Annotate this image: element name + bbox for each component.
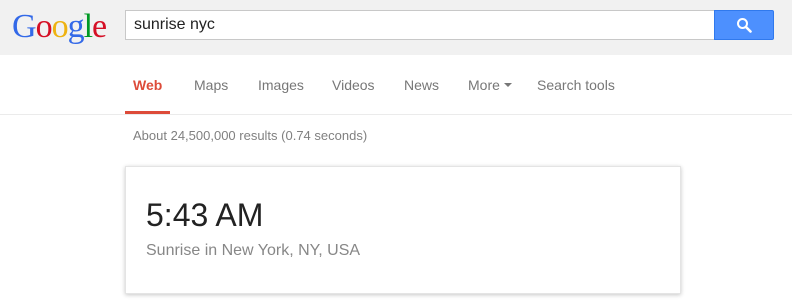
search-input[interactable] [126, 11, 715, 39]
tab-more-label: More [468, 77, 500, 93]
logo-letter: g [67, 8, 85, 45]
logo-letter: e [92, 8, 107, 45]
tab-videos[interactable]: Videos [332, 77, 375, 93]
search-nav: Web Maps Images Videos News More Search … [0, 55, 792, 115]
active-tab-indicator [125, 111, 170, 114]
search-button[interactable] [714, 10, 774, 40]
sunrise-time: 5:43 AM [146, 197, 264, 233]
tab-search-tools[interactable]: Search tools [537, 77, 615, 93]
caret-down-icon [503, 83, 512, 88]
search-box [125, 10, 715, 40]
logo-letter: o [35, 8, 53, 45]
tab-more[interactable]: More [468, 77, 512, 93]
result-stats: About 24,500,000 results (0.74 seconds) [133, 128, 368, 143]
tab-news[interactable]: News [404, 77, 439, 93]
logo-letter: l [83, 8, 94, 45]
logo-letter: o [51, 8, 69, 45]
top-bar: Google [0, 0, 792, 55]
tab-maps[interactable]: Maps [194, 77, 228, 93]
search-icon [737, 18, 752, 33]
sunrise-answer-card: 5:43 AM Sunrise in New York, NY, USA [125, 166, 681, 294]
google-logo[interactable]: Google [12, 7, 107, 47]
tab-images[interactable]: Images [258, 77, 304, 93]
logo-letter: G [12, 8, 37, 45]
tab-web[interactable]: Web [133, 77, 162, 93]
sunrise-description: Sunrise in New York, NY, USA [146, 242, 361, 259]
